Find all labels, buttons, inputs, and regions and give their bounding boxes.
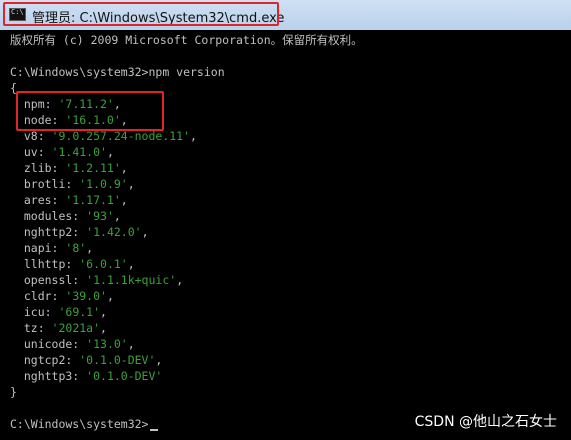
entry-value: '1.0.9' <box>79 177 128 191</box>
version-entry-llhttp: llhttp: '6.0.1', <box>10 256 135 272</box>
entry-key: modules: <box>10 209 87 223</box>
entry-comma: , <box>100 321 107 335</box>
entry-comma: , <box>127 257 135 271</box>
entry-value: '1.1.1k+quic' <box>86 273 177 287</box>
entry-comma: , <box>120 193 128 207</box>
window-titlebar[interactable]: 管理员: C:\Windows\System32\cmd.exe <box>0 0 571 31</box>
version-entry-icu: icu: '69.1', <box>10 304 107 320</box>
version-entry-nghttp2: nghttp2: '1.42.0', <box>10 224 149 240</box>
entry-key: zlib: <box>10 161 66 175</box>
entry-comma: , <box>127 337 135 351</box>
entry-key: cldr: <box>10 289 66 303</box>
entry-value: '39.0' <box>65 289 107 303</box>
entry-key: nghttp3: <box>10 369 87 383</box>
entry-comma: , <box>127 177 135 191</box>
entry-value: '0.1.0-DEV' <box>86 369 163 383</box>
close-brace: } <box>10 385 17 399</box>
entry-value: '1.41.0' <box>51 145 107 159</box>
entry-key: openssl: <box>10 273 87 287</box>
entry-comma: , <box>106 289 114 303</box>
entry-key: unicode: <box>10 337 87 351</box>
entry-value: '13.0' <box>86 337 128 351</box>
version-entry-brotli: brotli: '1.0.9', <box>10 176 135 192</box>
version-entry-ngtcp2: ngtcp2: '0.1.0-DEV', <box>10 352 163 368</box>
final-prompt-line[interactable]: C:\Windows\system32> <box>10 416 159 432</box>
entry-key: tz: <box>10 321 52 335</box>
final-prompt: C:\Windows\system32> <box>10 417 149 431</box>
entry-value: '1.17.1' <box>65 193 121 207</box>
entry-value: '9.0.257.24-node.11' <box>51 129 191 143</box>
entry-key: icu: <box>10 305 59 319</box>
entry-comma: , <box>176 273 184 287</box>
entry-key: llhttp: <box>10 257 80 271</box>
entry-key: v8: <box>10 129 52 143</box>
title-highlight-box <box>3 2 279 26</box>
entry-value: '1.42.0' <box>86 225 142 239</box>
command-line: C:\Windows\system32>npm version <box>10 65 225 79</box>
text-cursor <box>150 429 159 431</box>
entry-comma: , <box>100 305 107 319</box>
version-entry-modules: modules: '93', <box>10 208 121 224</box>
entry-comma: , <box>106 145 114 159</box>
watermark: CSDN @他山之石女士 <box>414 414 557 430</box>
entry-key: nghttp2: <box>10 225 87 239</box>
version-entry-cldr: cldr: '39.0', <box>10 288 114 304</box>
version-entry-unicode: unicode: '13.0', <box>10 336 135 352</box>
version-entry-zlib: zlib: '1.2.11', <box>10 160 128 176</box>
entry-value: '69.1' <box>58 305 101 319</box>
entry-value: '2021a' <box>51 321 101 335</box>
entry-comma: , <box>141 225 149 239</box>
entry-comma: , <box>113 209 121 223</box>
entry-comma: , <box>155 353 163 367</box>
entry-key: uv: <box>10 145 52 159</box>
entry-key: napi: <box>10 241 66 255</box>
copyright-line: 版权所有 (c) 2009 Microsoft Corporation。保留所有… <box>10 33 363 47</box>
entry-key: ares: <box>10 193 66 207</box>
console-output[interactable]: 版权所有 (c) 2009 Microsoft Corporation。保留所有… <box>0 30 571 440</box>
entry-key: brotli: <box>10 177 80 191</box>
entry-value: '0.1.0-DEV' <box>79 353 156 367</box>
version-entry-openssl: openssl: '1.1.1k+quic', <box>10 272 183 288</box>
entry-value: '93' <box>86 209 114 223</box>
entry-value: '6.0.1' <box>79 257 128 271</box>
entry-value: '1.2.11' <box>65 161 121 175</box>
entry-comma: , <box>190 129 197 143</box>
npm-node-highlight-box <box>16 91 164 131</box>
version-entry-napi: napi: '8', <box>10 240 93 256</box>
entry-comma: , <box>86 241 94 255</box>
version-entry-uv: uv: '1.41.0', <box>10 144 114 160</box>
version-entry-tz: tz: '2021a', <box>10 320 107 336</box>
version-entry-nghttp3: nghttp3: '0.1.0-DEV' <box>10 368 163 384</box>
entry-value: '8' <box>65 241 87 255</box>
entry-key: ngtcp2: <box>10 353 80 367</box>
entry-comma: , <box>120 161 128 175</box>
version-entry-ares: ares: '1.17.1', <box>10 192 128 208</box>
